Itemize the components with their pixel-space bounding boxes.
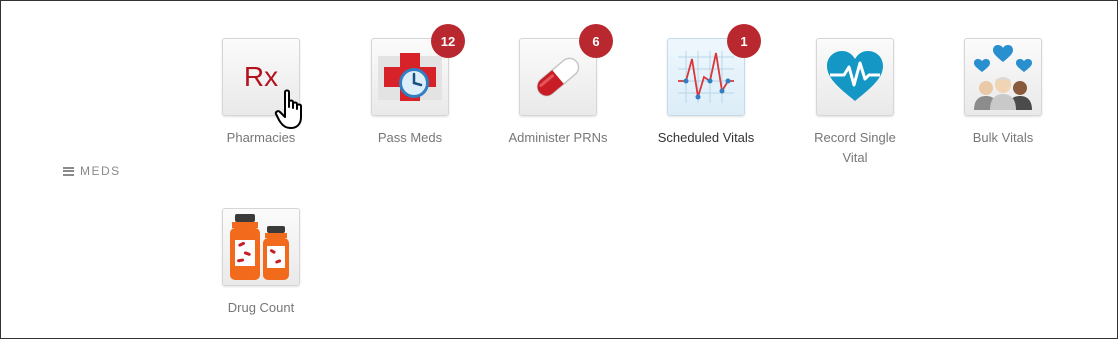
app-frame: MEDS Rx Pharmacies 12 Pass Meds 6 Admini… — [0, 0, 1118, 339]
medical-cross-clock-icon — [378, 53, 442, 101]
pass-meds-count-badge: 12 — [431, 24, 465, 58]
tile-label: Record Single Vital — [814, 130, 896, 165]
tile-label: Scheduled Vitals — [657, 130, 755, 145]
scheduled-vitals-count-badge: 1 — [727, 24, 761, 58]
tile-bulk-vitals[interactable]: Bulk Vitals — [928, 38, 1078, 148]
tile-label: Bulk Vitals — [972, 130, 1034, 145]
tile-scheduled-vitals[interactable]: 1 Scheduled Vitals — [631, 24, 781, 148]
tile-label: Pharmacies — [226, 130, 296, 145]
tile-administer-prns[interactable]: 6 Administer PRNs — [483, 24, 633, 148]
bulk-vitals-button[interactable] — [964, 38, 1042, 116]
tile-label: Drug Count — [227, 300, 295, 315]
section-label: MEDS — [80, 164, 121, 178]
pill-bottles-icon — [230, 214, 289, 280]
drug-count-button[interactable] — [222, 208, 300, 286]
group-hearts-icon — [974, 45, 1032, 110]
svg-text:Rx: Rx — [244, 61, 278, 92]
tile-label: Pass Meds — [377, 130, 443, 145]
capsule-icon — [536, 57, 580, 97]
heartbeat-icon — [827, 51, 883, 101]
tile-pharmacies[interactable]: Rx Pharmacies — [186, 38, 336, 148]
tile-pass-meds[interactable]: 12 Pass Meds — [335, 24, 485, 148]
tile-label: Administer PRNs — [508, 130, 608, 145]
tile-record-single-vital[interactable]: Record Single Vital — [780, 38, 930, 168]
hand-cursor-icon — [274, 89, 302, 129]
vitals-chart-icon — [678, 51, 734, 103]
pass-meds-button[interactable]: 12 — [371, 24, 465, 116]
hamburger-icon — [63, 166, 74, 176]
record-single-vital-button[interactable] — [816, 38, 894, 116]
administer-prns-button[interactable]: 6 — [519, 24, 613, 116]
meds-section-header[interactable]: MEDS — [63, 164, 121, 178]
administer-prns-count-badge: 6 — [579, 24, 613, 58]
tile-drug-count[interactable]: Drug Count — [186, 208, 336, 318]
scheduled-vitals-button[interactable]: 1 — [667, 24, 761, 116]
